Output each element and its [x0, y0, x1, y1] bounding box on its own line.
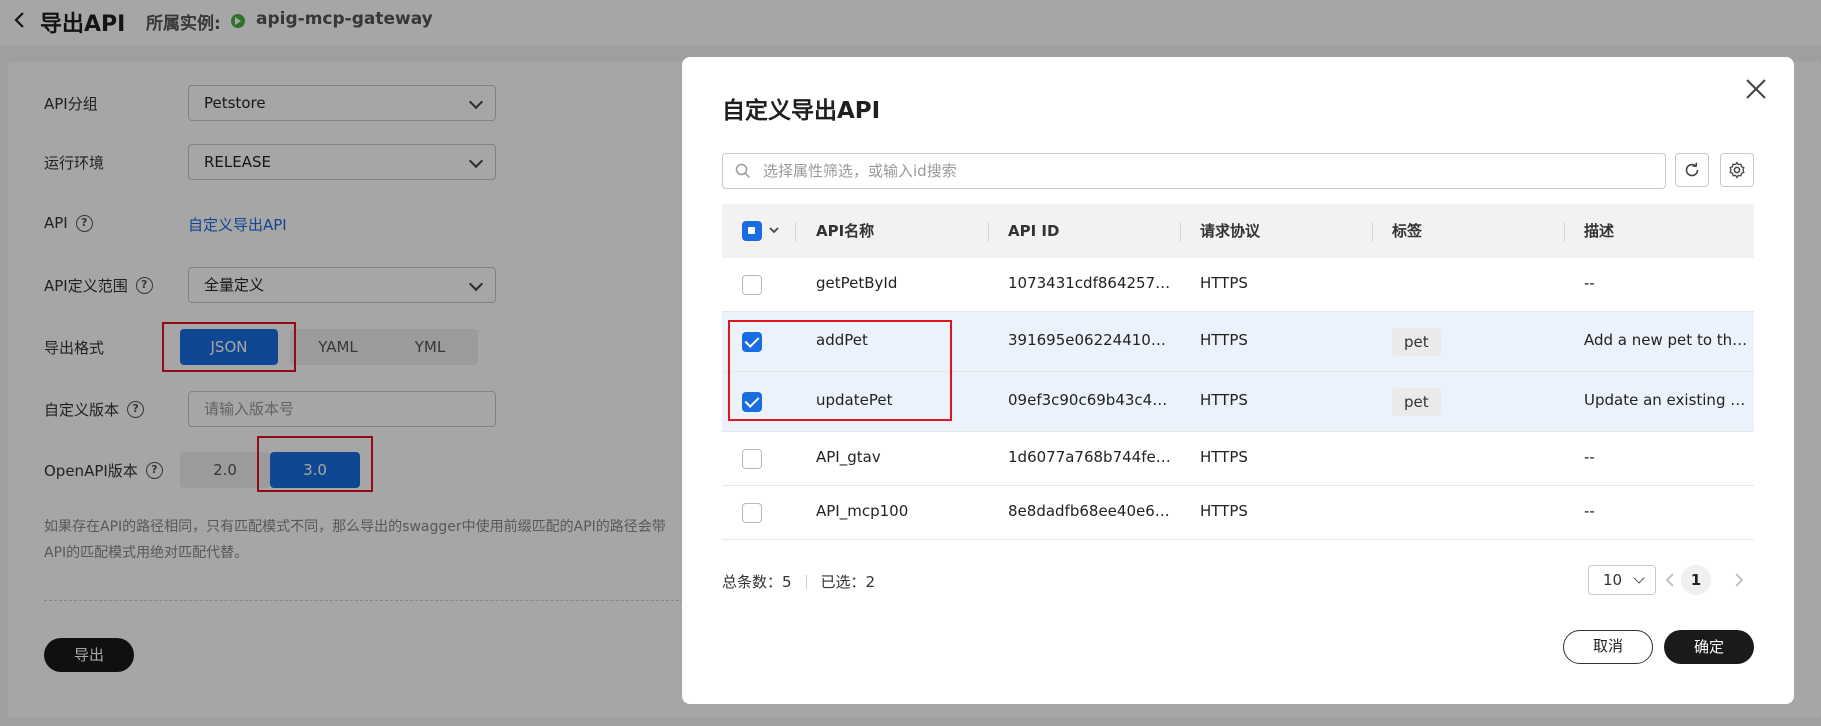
close-icon[interactable] [1742, 75, 1770, 103]
cell-api-id: 391695e06224410e... [1008, 331, 1174, 349]
cell-description: -- [1584, 502, 1595, 520]
highlight-box-rows [728, 320, 952, 421]
cell-description: -- [1584, 448, 1595, 466]
selected-count: 已选：2 [820, 573, 876, 591]
column-separator [1180, 222, 1181, 242]
cell-protocol: HTTPS [1200, 502, 1248, 520]
dialog-title: 自定义导出API [722, 98, 881, 124]
column-tag: 标签 [1392, 222, 1423, 240]
cell-api-id: 8e8dadfb68ee40e68... [1008, 502, 1174, 520]
custom-export-dialog: 自定义导出API API名称 API ID 请求协议 [682, 57, 1794, 704]
row-checkbox[interactable] [742, 503, 762, 523]
cell-description: Update an existing p... [1584, 391, 1752, 409]
column-separator [988, 222, 989, 242]
cell-description: -- [1584, 274, 1595, 292]
column-api-id: API ID [1008, 222, 1060, 240]
column-separator [795, 222, 796, 242]
cell-api-name: API_gtav [816, 448, 881, 466]
total-count: 总条数：5 [722, 573, 792, 591]
cancel-button[interactable]: 取消 [1563, 630, 1653, 664]
summary-separator [805, 574, 807, 589]
column-separator [1372, 222, 1373, 242]
search-input[interactable] [722, 153, 1666, 189]
cell-api-id: 1073431cdf864257a... [1008, 274, 1174, 292]
selection-summary: 总条数：5 已选：2 [722, 571, 875, 592]
prev-page-icon[interactable] [1662, 571, 1678, 589]
tag-badge: pet [1392, 328, 1441, 356]
column-separator [1564, 222, 1565, 242]
table-header: API名称 API ID 请求协议 标签 描述 [722, 204, 1754, 258]
next-page-icon[interactable] [1731, 571, 1747, 589]
column-description: 描述 [1584, 222, 1615, 240]
table-row[interactable]: API_mcp100 8e8dadfb68ee40e68... HTTPS -- [722, 486, 1754, 540]
cell-api-name: getPetById [816, 274, 898, 292]
column-api-name: API名称 [816, 222, 875, 240]
chevron-down-icon[interactable] [768, 226, 780, 236]
cell-protocol: HTTPS [1200, 448, 1248, 466]
gear-icon [1729, 161, 1745, 179]
row-checkbox[interactable] [742, 449, 762, 469]
tag-badge: pet [1392, 388, 1441, 416]
cell-protocol: HTTPS [1200, 274, 1248, 292]
cell-api-id: 09ef3c90c69b43c48... [1008, 391, 1174, 409]
cell-description: Add a new pet to the... [1584, 331, 1752, 349]
refresh-icon [1685, 162, 1699, 177]
row-checkbox[interactable] [742, 275, 762, 295]
settings-button[interactable] [1720, 153, 1754, 187]
table-row[interactable]: API_gtav 1d6077a768b744fe9... HTTPS -- [722, 432, 1754, 486]
cell-api-name: API_mcp100 [816, 502, 909, 520]
column-protocol: 请求协议 [1200, 222, 1261, 240]
search-icon [735, 163, 751, 179]
page-size-value: 10 [1603, 571, 1623, 589]
cell-api-id: 1d6077a768b744fe9... [1008, 448, 1174, 466]
page-size-select[interactable]: 10 [1588, 565, 1656, 595]
table-row[interactable]: getPetById 1073431cdf864257a... HTTPS -- [722, 258, 1754, 312]
select-all-checkbox[interactable] [742, 221, 762, 241]
chevron-down-icon [1633, 572, 1645, 584]
refresh-button[interactable] [1675, 153, 1709, 187]
page-1-button[interactable]: 1 [1681, 565, 1711, 595]
cell-protocol: HTTPS [1200, 331, 1248, 349]
confirm-button[interactable]: 确定 [1664, 630, 1754, 664]
cell-protocol: HTTPS [1200, 391, 1248, 409]
